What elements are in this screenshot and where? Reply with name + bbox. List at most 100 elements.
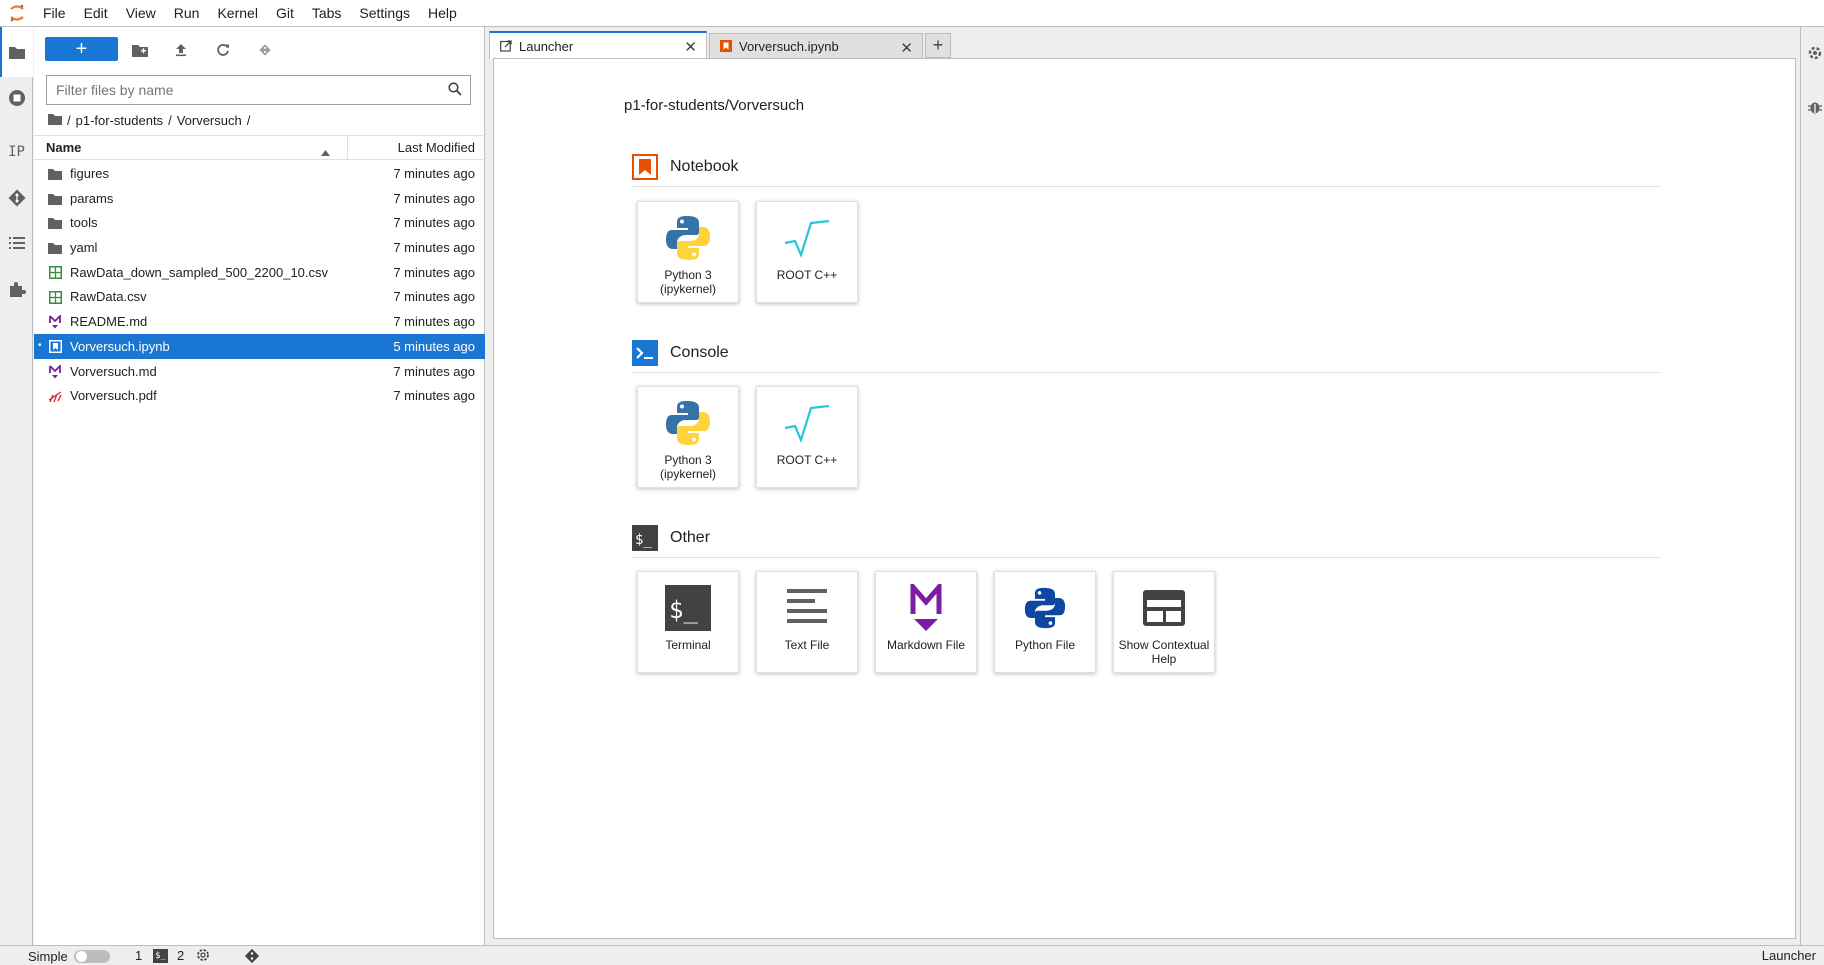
list-item[interactable]: README.md 7 minutes ago	[34, 309, 485, 334]
list-item[interactable]: figures 7 minutes ago	[34, 161, 485, 186]
file-filter-input[interactable]	[47, 77, 437, 103]
launcher-cwd: p1-for-students/Vorversuch	[624, 97, 805, 114]
breadcrumb-vorversuch[interactable]: Vorversuch	[177, 113, 242, 128]
tab-launcher[interactable]: Launcher ✕	[489, 31, 707, 59]
extension-icon[interactable]	[0, 275, 33, 303]
terminal-card[interactable]: $_ Terminal	[637, 571, 739, 673]
card-label: ROOT C++	[776, 268, 838, 282]
tab-label: Launcher	[519, 38, 574, 54]
running-icon[interactable]	[0, 84, 33, 112]
notebook-root-cpp-card[interactable]: ROOT C++	[756, 201, 858, 303]
console-python3-card[interactable]: Python 3 (ipykernel)	[637, 386, 739, 488]
list-item[interactable]: Vorversuch.md 7 minutes ago	[34, 359, 485, 384]
new-folder-icon[interactable]	[129, 39, 151, 61]
notebook-section-icon	[631, 153, 658, 180]
menu-edit[interactable]: Edit	[75, 0, 117, 27]
property-inspector-icon[interactable]: IP	[0, 138, 33, 166]
git-status-icon[interactable]	[244, 948, 260, 965]
breadcrumb-p1-for-students[interactable]: p1-for-students	[76, 113, 163, 128]
file-filter-search	[46, 75, 471, 105]
notebook-icon	[719, 39, 733, 53]
file-name: Vorversuch.ipynb	[70, 338, 170, 354]
list-item[interactable]: tools 7 minutes ago	[34, 210, 485, 235]
column-name-header[interactable]: Name	[46, 140, 81, 155]
column-divider[interactable]	[347, 136, 348, 160]
console-root-cpp-card[interactable]: ROOT C++	[756, 386, 858, 488]
markdown-icon	[899, 582, 953, 634]
list-item[interactable]: RawData.csv 7 minutes ago	[34, 284, 485, 309]
folder-icon	[47, 215, 63, 231]
contextual-help-card[interactable]: Show Contextual Help	[1113, 571, 1215, 673]
kernel-gear-icon[interactable]	[196, 948, 210, 965]
sort-ascending-icon[interactable]	[321, 144, 330, 159]
notebook-icon	[47, 339, 63, 355]
list-item-selected[interactable]: • Vorversuch.ipynb 5 minutes ago	[34, 333, 485, 359]
menu-kernel[interactable]: Kernel	[208, 0, 266, 27]
file-name: params	[70, 190, 114, 206]
markdown-icon	[47, 364, 63, 380]
terminal-icon: $_	[661, 582, 715, 634]
menu-tabs[interactable]: Tabs	[303, 0, 351, 27]
other-section-icon: $_	[631, 524, 658, 551]
terminals-count[interactable]: 1	[135, 948, 142, 963]
debugger-bug-icon[interactable]	[1805, 97, 1824, 117]
close-icon[interactable]: ✕	[900, 39, 913, 57]
column-modified-header[interactable]: Last Modified	[398, 140, 475, 155]
list-item[interactable]: params 7 minutes ago	[34, 186, 485, 211]
kernels-count[interactable]: 2	[177, 948, 184, 963]
file-modified: 7 minutes ago	[393, 166, 475, 181]
menu-view[interactable]: View	[117, 0, 165, 27]
notebook-python3-card[interactable]: Python 3 (ipykernel)	[637, 201, 739, 303]
table-of-contents-icon[interactable]	[0, 229, 33, 257]
list-item[interactable]: Vorversuch.pdf 7 minutes ago	[34, 383, 485, 408]
git-icon[interactable]	[0, 184, 33, 212]
text-file-card[interactable]: Text File	[756, 571, 858, 673]
upload-icon[interactable]	[170, 39, 192, 61]
home-folder-icon[interactable]	[48, 113, 62, 128]
notebook-section-header: Notebook	[631, 153, 739, 180]
search-icon	[448, 82, 462, 99]
modified-dot: •	[38, 339, 42, 351]
other-section-header: $_ Other	[631, 524, 710, 551]
contextual-help-icon	[1137, 582, 1191, 634]
property-settings-icon[interactable]	[1805, 43, 1824, 63]
status-bar: Simple 1 $_ 2 Launcher	[0, 945, 1824, 965]
folder-icon[interactable]	[0, 38, 33, 66]
file-modified: 7 minutes ago	[393, 240, 475, 256]
menu-run[interactable]: Run	[165, 0, 209, 27]
folder-icon	[47, 240, 63, 256]
git-clone-icon[interactable]	[254, 39, 276, 61]
add-tab-button[interactable]: +	[925, 33, 951, 58]
menu-help[interactable]: Help	[419, 0, 466, 27]
card-label: Text File	[784, 638, 830, 652]
menu-git[interactable]: Git	[267, 0, 303, 27]
launcher-icon	[499, 39, 513, 53]
text-file-icon	[780, 582, 834, 634]
terminal-icon[interactable]: $_	[153, 949, 168, 963]
card-label: Terminal	[665, 638, 711, 652]
card-label: Markdown File	[886, 638, 966, 652]
close-icon[interactable]: ✕	[684, 38, 697, 56]
python-file-card[interactable]: Python File	[994, 571, 1096, 673]
breadcrumb-separator: /	[67, 112, 71, 128]
simple-mode-label: Simple	[28, 949, 68, 964]
card-label: ROOT C++	[776, 453, 838, 467]
new-launcher-button[interactable]: +	[45, 37, 118, 61]
file-browser-panel: + / p1-for-students / Vorversuch / Name	[34, 27, 485, 945]
file-modified: 7 minutes ago	[393, 289, 475, 305]
list-item[interactable]: RawData_down_sampled_500_2200_10.csv 7 m…	[34, 260, 485, 285]
refresh-icon[interactable]	[212, 39, 234, 61]
file-name: Vorversuch.md	[70, 363, 157, 379]
file-name: README.md	[70, 314, 148, 330]
section-divider	[631, 186, 1661, 187]
launcher-panel: p1-for-students/Vorversuch Notebook Pyth…	[493, 58, 1796, 939]
menu-settings[interactable]: Settings	[350, 0, 419, 27]
simple-mode-toggle[interactable]	[74, 950, 110, 963]
python-file-icon	[1018, 582, 1072, 634]
menu-file[interactable]: File	[34, 0, 75, 27]
list-item[interactable]: yaml 7 minutes ago	[34, 235, 485, 260]
file-name: RawData_down_sampled_500_2200_10.csv	[70, 264, 329, 280]
breadcrumb: / p1-for-students / Vorversuch /	[48, 111, 250, 129]
tab-vorversuch-ipynb[interactable]: Vorversuch.ipynb ✕	[709, 33, 923, 58]
markdown-file-card[interactable]: Markdown File	[875, 571, 977, 673]
